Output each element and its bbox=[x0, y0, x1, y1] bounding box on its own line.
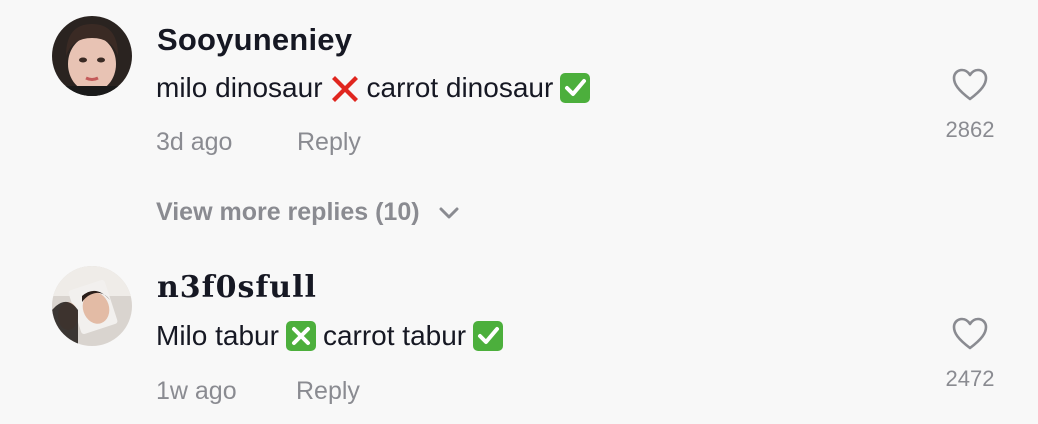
cross-mark-button-emoji bbox=[285, 320, 317, 352]
view-more-replies-label: View more replies (10) bbox=[156, 198, 420, 226]
comment-text-segment: carrot dinosaur bbox=[366, 72, 554, 103]
comment-text: milo dinosaur carrot dinosaur bbox=[156, 68, 597, 108]
like-button[interactable]: 2862 bbox=[930, 67, 1010, 143]
avatar[interactable] bbox=[52, 266, 132, 346]
view-more-replies-button[interactable]: View more replies (10) bbox=[156, 198, 460, 227]
comment-text-segment: Milo tabur bbox=[156, 320, 279, 351]
reply-button[interactable]: Reply bbox=[297, 128, 361, 157]
chevron-down-icon bbox=[439, 207, 459, 218]
comment-timestamp: 3d ago bbox=[156, 128, 233, 156]
comment-text: Milo tabur carrot tabur bbox=[156, 316, 510, 356]
reply-button[interactable]: Reply bbox=[296, 377, 360, 406]
comment-text-segment: milo dinosaur bbox=[156, 72, 323, 103]
comment-timestamp: 1w ago bbox=[156, 377, 237, 405]
heart-outline-icon bbox=[952, 68, 988, 101]
avatar[interactable] bbox=[52, 16, 132, 96]
heart-outline-icon bbox=[952, 317, 988, 350]
check-mark-button-emoji bbox=[559, 72, 591, 104]
comment-username[interactable]: Sooyuneniey bbox=[157, 22, 352, 58]
cross-mark-emoji bbox=[329, 72, 361, 104]
comment-text-segment: carrot tabur bbox=[322, 320, 467, 351]
like-button[interactable]: 2472 bbox=[930, 316, 1010, 392]
comment-username[interactable]: n3f0sfull bbox=[157, 270, 317, 305]
check-mark-button-emoji bbox=[472, 320, 504, 352]
like-count: 2862 bbox=[945, 117, 995, 142]
like-count: 2472 bbox=[945, 366, 995, 391]
